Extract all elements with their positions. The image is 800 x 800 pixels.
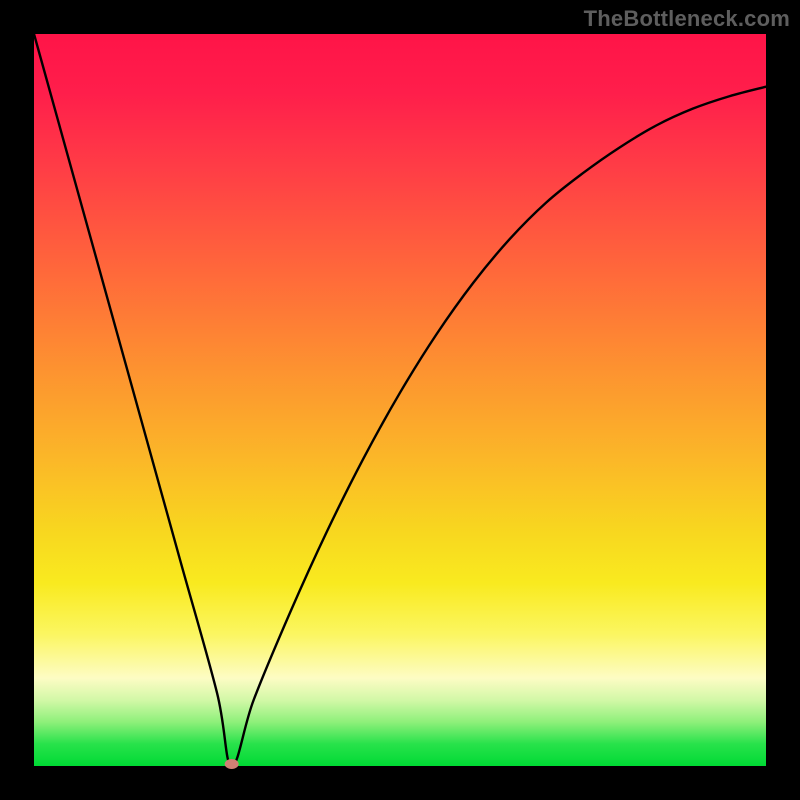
min-marker [225,759,239,769]
plot-area [34,34,766,766]
bottleneck-curve [34,34,766,766]
chart-frame: TheBottleneck.com [0,0,800,800]
watermark-text: TheBottleneck.com [584,6,790,32]
curve-svg [34,34,766,766]
